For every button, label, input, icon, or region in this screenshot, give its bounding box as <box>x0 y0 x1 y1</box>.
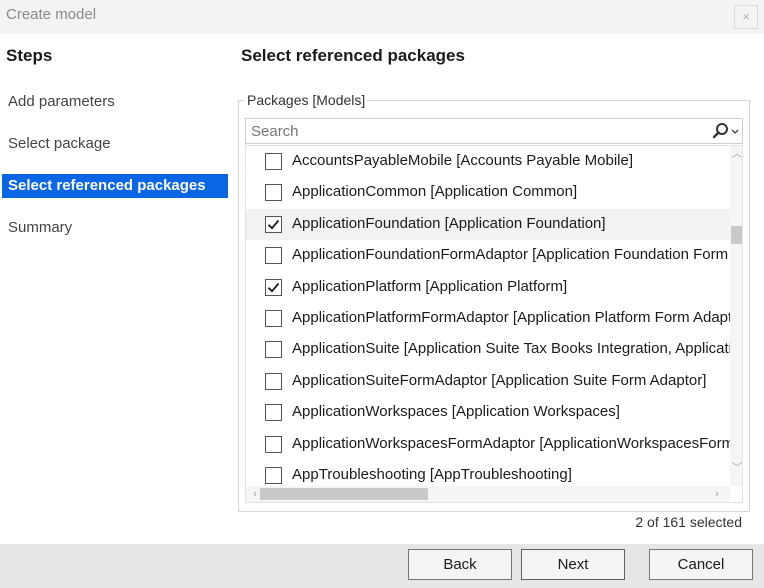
scroll-right-icon[interactable]: › <box>710 486 724 502</box>
step-add-parameters[interactable]: Add parameters <box>2 90 228 114</box>
vertical-scrollbar[interactable]: ︿ ﹀ <box>730 146 742 486</box>
page-title: Select referenced packages <box>241 46 465 65</box>
packages-group: Packages [Models] AppTroubleshooting [Ap… <box>238 92 750 512</box>
package-label: AppTroubleshooting [AppTroubleshooting] <box>292 466 572 483</box>
main-panel: Select referenced packages Packages [Mod… <box>236 34 764 544</box>
window-title: Create model <box>6 6 97 23</box>
package-checkbox[interactable] <box>265 215 282 233</box>
list-item[interactable]: ApplicationSuiteFormAdaptor [Application… <box>246 366 730 397</box>
package-checkbox[interactable] <box>265 372 282 390</box>
list-item[interactable]: ApplicationFoundation [Application Found… <box>246 208 730 240</box>
package-label: ApplicationSuiteFormAdaptor [Application… <box>292 371 707 389</box>
steps-heading: Steps <box>6 46 53 65</box>
horizontal-scrollbar[interactable]: ‹ › <box>246 486 730 502</box>
package-checkbox[interactable] <box>265 435 282 453</box>
list-item[interactable]: ApplicationSuite [Application Suite Tax … <box>246 334 742 365</box>
list-item[interactable]: ApplicationPlatformFormAdaptor [Applicat… <box>246 303 742 334</box>
chevron-down-icon <box>731 129 739 134</box>
package-label: ApplicationFoundation [Application Found… <box>292 214 606 232</box>
package-checkbox[interactable] <box>265 467 282 484</box>
package-label: ApplicationSuite [Application Suite Tax … <box>292 340 743 358</box>
checkmark-icon <box>267 219 280 230</box>
back-button[interactable]: Back <box>408 549 512 580</box>
package-label: ApplicationWorkspaces [Application Works… <box>292 403 620 421</box>
package-label: AccountsPayableMobile [Accounts Payable … <box>292 152 634 169</box>
package-checkbox[interactable] <box>265 153 282 170</box>
list-item[interactable]: ApplicationCommon [Application Common] <box>246 177 730 208</box>
step-select-referenced-packages[interactable]: Select referenced packages <box>2 174 228 198</box>
step-summary[interactable]: Summary <box>2 216 228 240</box>
cancel-button[interactable]: Cancel <box>649 549 753 580</box>
footer-bar: Back Next Cancel <box>0 544 764 588</box>
search-options-button[interactable] <box>708 121 740 141</box>
checkmark-icon <box>267 282 280 293</box>
vertical-scroll-thumb[interactable] <box>731 226 742 244</box>
package-label: ApplicationWorkspacesFormAdaptor [Applic… <box>292 434 743 452</box>
list-item[interactable]: ApplicationWorkspaces [Application Works… <box>246 397 730 428</box>
package-label: ApplicationCommon [Application Common] <box>292 183 578 201</box>
close-button[interactable]: × <box>734 5 758 29</box>
search-input[interactable] <box>246 119 706 143</box>
package-checkbox[interactable] <box>265 341 282 359</box>
horizontal-scroll-thumb[interactable] <box>260 488 428 500</box>
list-item[interactable]: ApplicationWorkspacesFormAdaptor [Applic… <box>246 429 742 460</box>
package-checkbox[interactable] <box>265 310 282 327</box>
package-label: ApplicationPlatform [Application Platfor… <box>292 277 568 295</box>
package-checkbox[interactable] <box>265 247 282 265</box>
search-icon <box>712 123 739 139</box>
packages-group-label: Packages [Models] <box>245 92 368 108</box>
package-checkbox[interactable] <box>265 404 282 422</box>
package-checkbox[interactable] <box>265 278 282 296</box>
package-label: ApplicationPlatformFormAdaptor [Applicat… <box>292 309 743 326</box>
selection-count: 2 of 161 selected <box>635 514 742 530</box>
packages-list[interactable]: AppTroubleshooting [AppTroubleshooting] A… <box>245 145 743 503</box>
search-box <box>245 118 743 144</box>
next-button[interactable]: Next <box>521 549 625 580</box>
list-item[interactable]: ApplicationFoundationFormAdaptor [Applic… <box>246 240 742 271</box>
scroll-down-icon[interactable]: ﹀ <box>730 462 742 476</box>
title-bar: Create model × <box>0 0 764 34</box>
step-select-package[interactable]: Select package <box>2 132 228 156</box>
steps-panel: Steps Add parameters Select package Sele… <box>0 34 236 544</box>
package-label: ApplicationFoundationFormAdaptor [Applic… <box>292 246 743 264</box>
scroll-up-icon[interactable]: ︿ <box>730 148 742 162</box>
list-item[interactable]: AccountsPayableMobile [Accounts Payable … <box>246 146 730 177</box>
package-checkbox[interactable] <box>265 184 282 202</box>
list-item[interactable]: ApplicationPlatform [Application Platfor… <box>246 272 730 303</box>
